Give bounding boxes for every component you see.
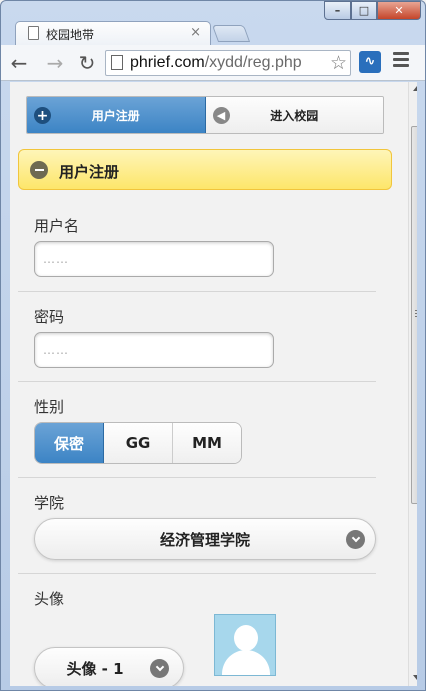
gender-option-mm[interactable]: MM: [173, 423, 241, 463]
browser-tab[interactable]: 校园地带 ×: [15, 21, 211, 45]
forward-icon[interactable]: →: [43, 51, 67, 75]
register-section-header[interactable]: 用户注册: [18, 149, 392, 190]
vertical-scrollbar[interactable]: [408, 82, 417, 686]
page-viewport: + 用户注册 ◀ 进入校园 用户注册 用户名 密码 性别 保密 GG MM 学院…: [10, 82, 417, 686]
back-icon[interactable]: ←: [7, 51, 31, 75]
nav-enter-button[interactable]: ◀ 进入校园: [205, 97, 383, 133]
maximize-button[interactable]: □: [351, 1, 377, 20]
minimize-button[interactable]: –: [324, 1, 351, 20]
window-controls: – □ ✕: [324, 1, 421, 20]
scrollbar-thumb[interactable]: [411, 126, 417, 504]
title-bar: 校园地带 × – □ ✕: [1, 1, 425, 45]
back-arrow-icon: ◀: [212, 107, 230, 124]
menu-icon[interactable]: [393, 52, 409, 70]
avatar-body: [222, 650, 270, 675]
avatar-select[interactable]: 头像 - 1: [34, 647, 184, 686]
page-icon: [111, 55, 123, 70]
avatar-select-value: 头像 - 1: [66, 659, 124, 678]
nav-enter-label: 进入校园: [270, 108, 319, 123]
gender-option-gg[interactable]: GG: [104, 423, 173, 463]
college-select[interactable]: 经济管理学院: [34, 518, 376, 560]
minus-icon: [30, 161, 48, 179]
divider: [18, 381, 376, 382]
page-icon: [28, 26, 39, 40]
nav-bar: + 用户注册 ◀ 进入校园: [26, 96, 384, 134]
gender-label: 性别: [34, 398, 65, 416]
password-input[interactable]: [34, 332, 274, 368]
avatar-head: [234, 625, 258, 651]
divider: [18, 477, 376, 478]
url-text: phrief.com/xydd/reg.php: [130, 54, 302, 72]
scroll-down-icon[interactable]: [413, 675, 417, 680]
gender-selector: 保密 GG MM: [34, 422, 242, 464]
divider: [18, 291, 376, 292]
avatar-label: 头像: [34, 590, 65, 608]
tab-title: 校园地带: [46, 28, 95, 42]
college-label: 学院: [34, 494, 65, 512]
chevron-down-icon: [150, 659, 169, 678]
gender-option-secret[interactable]: 保密: [35, 423, 104, 463]
grip-icon: [415, 310, 417, 319]
tab-close-icon[interactable]: ×: [190, 25, 201, 40]
plus-icon: +: [34, 107, 51, 124]
avatar-preview: [214, 614, 276, 676]
nav-register-label: 用户注册: [91, 108, 140, 123]
url-path: /xydd/reg.php: [204, 54, 302, 71]
college-select-value: 经济管理学院: [159, 530, 250, 549]
close-window-button[interactable]: ✕: [377, 1, 421, 20]
bookmark-star-icon[interactable]: ☆: [330, 52, 347, 74]
nav-register-button[interactable]: + 用户注册: [27, 97, 206, 133]
url-host: phrief.com: [130, 54, 205, 71]
chevron-down-icon: [346, 530, 365, 549]
scroll-up-icon[interactable]: [413, 86, 417, 91]
password-label: 密码: [34, 308, 65, 326]
new-tab-button[interactable]: [211, 25, 251, 42]
username-input[interactable]: [34, 241, 274, 277]
divider: [18, 573, 376, 574]
extension-icon[interactable]: ∿: [359, 51, 381, 73]
reload-icon[interactable]: ↻: [75, 51, 99, 75]
username-label: 用户名: [34, 217, 80, 235]
browser-window: 校园地带 × – □ ✕ ← → ↻ phrief.com/xydd/reg.p…: [0, 0, 426, 691]
address-bar[interactable]: phrief.com/xydd/reg.php ☆: [105, 50, 351, 76]
section-title: 用户注册: [59, 163, 120, 181]
